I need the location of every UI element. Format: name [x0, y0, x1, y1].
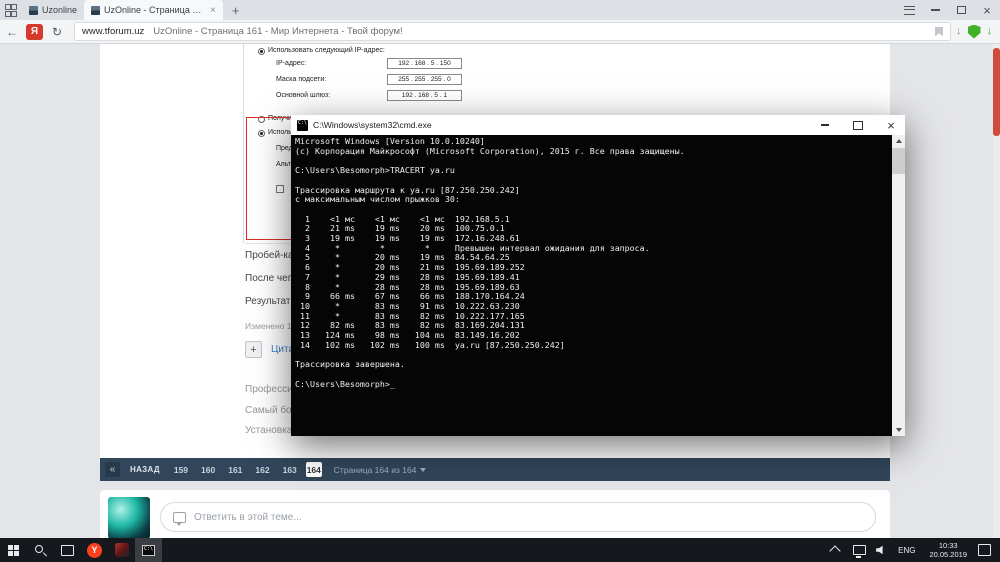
network-icon[interactable] — [853, 545, 866, 555]
hidden-icons-chevron-icon[interactable] — [829, 545, 840, 556]
console-scrollbar[interactable] — [892, 135, 905, 436]
first-page-button[interactable]: « — [105, 462, 120, 477]
avatar[interactable] — [108, 497, 150, 538]
back-button[interactable]: НАЗАД — [130, 465, 160, 474]
console-output: Microsoft Windows [Version 10.0.10240] (… — [295, 137, 890, 436]
tab-close-icon[interactable]: × — [210, 5, 216, 16]
volume-icon[interactable] — [876, 545, 886, 555]
console-scrollbar-thumb[interactable] — [892, 148, 905, 174]
page-button-161[interactable]: 161 — [224, 465, 246, 475]
cmd-close-icon[interactable]: × — [877, 115, 905, 135]
taskbar-yandex-button[interactable]: Y — [81, 538, 108, 562]
tab-label: Uzonline — [42, 5, 77, 15]
yandex-button[interactable]: Я — [26, 24, 43, 40]
page-select-label: Страница 164 из 164 — [334, 465, 417, 475]
radio-use-ip — [258, 48, 265, 55]
multiquote-button[interactable]: + — [245, 341, 262, 358]
action-center-icon[interactable] — [978, 544, 991, 556]
minimize-icon[interactable] — [922, 0, 948, 20]
browser-menu-icon[interactable] — [896, 0, 922, 20]
cmd-window-title: C:\Windows\system32\cmd.exe — [313, 120, 806, 130]
site-favicon-icon — [29, 6, 38, 15]
reply-placeholder: Ответить в этой теме... — [194, 512, 302, 523]
cmd-console[interactable]: Microsoft Windows [Version 10.0.10240] (… — [291, 135, 905, 436]
browser-tab-bar: Uzonline UzOnline - Страница 1... × + × — [0, 0, 1000, 20]
downloads-icon[interactable]: ↓ — [956, 26, 962, 37]
cmd-maximize-icon[interactable] — [844, 115, 872, 135]
task-view-button[interactable] — [54, 538, 81, 562]
language-indicator[interactable]: ENG — [898, 546, 915, 555]
chevron-down-icon — [420, 468, 426, 472]
tab-uzonline[interactable]: Uzonline — [22, 0, 84, 20]
tab-label: UzOnline - Страница 1... — [104, 5, 204, 15]
current-page-button[interactable]: 164 — [306, 462, 322, 477]
mask-field: 255 . 255 . 255 . 0 — [387, 74, 462, 85]
page-select[interactable]: Страница 164 из 164 — [334, 465, 427, 475]
browser-scrollbar-thumb[interactable] — [993, 48, 1000, 136]
page-button-160[interactable]: 160 — [197, 465, 219, 475]
toolbar-right-icons: ↓ ↓ — [956, 25, 992, 39]
windows-logo-icon — [8, 545, 19, 556]
start-button[interactable] — [0, 538, 27, 562]
taskbar-cmd-button[interactable]: C:\ — [135, 538, 162, 562]
scroll-up-icon[interactable] — [892, 135, 905, 147]
back-icon[interactable]: ← — [0, 25, 24, 39]
radio-use-ip-label: Использовать следующий IP-адрес: — [268, 47, 385, 54]
new-tab-button[interactable]: + — [223, 3, 249, 18]
pinned-app-icon — [115, 543, 129, 557]
taskbar-search-button[interactable] — [27, 538, 54, 562]
cmd-app-icon: C:\ — [297, 120, 308, 131]
close-icon[interactable]: × — [974, 0, 1000, 20]
task-view-icon — [61, 545, 74, 556]
page-title: UzOnline - Страница 161 - Мир Интернета … — [153, 26, 926, 37]
page-button-162[interactable]: 162 — [251, 465, 273, 475]
desktop: Uzonline UzOnline - Страница 1... × + × … — [0, 0, 1000, 562]
cmd-icon: C:\ — [142, 545, 155, 556]
scroll-down-icon[interactable] — [892, 424, 905, 436]
mask-label: Маска подсети: — [276, 76, 326, 83]
reply-input[interactable]: Ответить в этой теме... — [160, 502, 876, 532]
site-favicon-icon — [91, 6, 100, 15]
post-border-line — [243, 43, 244, 243]
cmd-title-bar[interactable]: C:\ C:\Windows\system32\cmd.exe × — [291, 115, 905, 135]
reply-bubble-icon — [173, 512, 186, 523]
ip-label: IP-адрес: — [276, 60, 306, 67]
url-host: www.tforum.uz — [82, 26, 144, 37]
browser-scrollbar[interactable] — [993, 43, 1000, 538]
taskbar-pinned-app-button[interactable] — [108, 538, 135, 562]
protect-shield-icon[interactable] — [968, 25, 981, 39]
page-button-163[interactable]: 163 — [279, 465, 301, 475]
reply-card: Ответить в этой теме... — [100, 490, 890, 538]
browser-toolbar: ← Я ↻ www.tforum.uz UzOnline - Страница … — [0, 20, 1000, 44]
gateway-field: 192 . 168 . 5 . 1 — [387, 90, 462, 101]
refresh-icon[interactable]: ↻ — [45, 25, 69, 39]
restore-icon[interactable] — [948, 0, 974, 20]
tab-uzonline-page161[interactable]: UzOnline - Страница 1... × — [84, 0, 223, 20]
system-tray: ENG 10:33 20.05.2019 — [827, 538, 1000, 562]
tab-list-icon[interactable] — [5, 4, 17, 16]
taskbar: Y C:\ ENG 10:33 20.05.2019 — [0, 538, 1000, 562]
ip-field: 192 . 168 . 5 . 150 — [387, 58, 462, 69]
gateway-label: Основной шлюз: — [276, 92, 330, 99]
clock[interactable]: 10:33 20.05.2019 — [929, 541, 967, 559]
edited-note: Изменено 19 — [245, 321, 296, 331]
bookmark-flag-icon[interactable] — [935, 27, 943, 37]
page-button-159[interactable]: 159 — [170, 465, 192, 475]
yandex-browser-icon: Y — [87, 543, 102, 558]
cmd-window: C:\ C:\Windows\system32\cmd.exe × Micros… — [291, 115, 905, 436]
cmd-minimize-icon[interactable] — [811, 115, 839, 135]
search-icon — [35, 545, 46, 556]
pagination-bar: « НАЗАД 159 160 161 162 163 164 Страница… — [100, 458, 890, 481]
address-bar[interactable]: www.tforum.uz UzOnline - Страница 161 - … — [74, 22, 951, 41]
download-complete-icon[interactable]: ↓ — [987, 26, 993, 37]
time: 10:33 — [939, 541, 958, 550]
date: 20.05.2019 — [929, 550, 967, 559]
